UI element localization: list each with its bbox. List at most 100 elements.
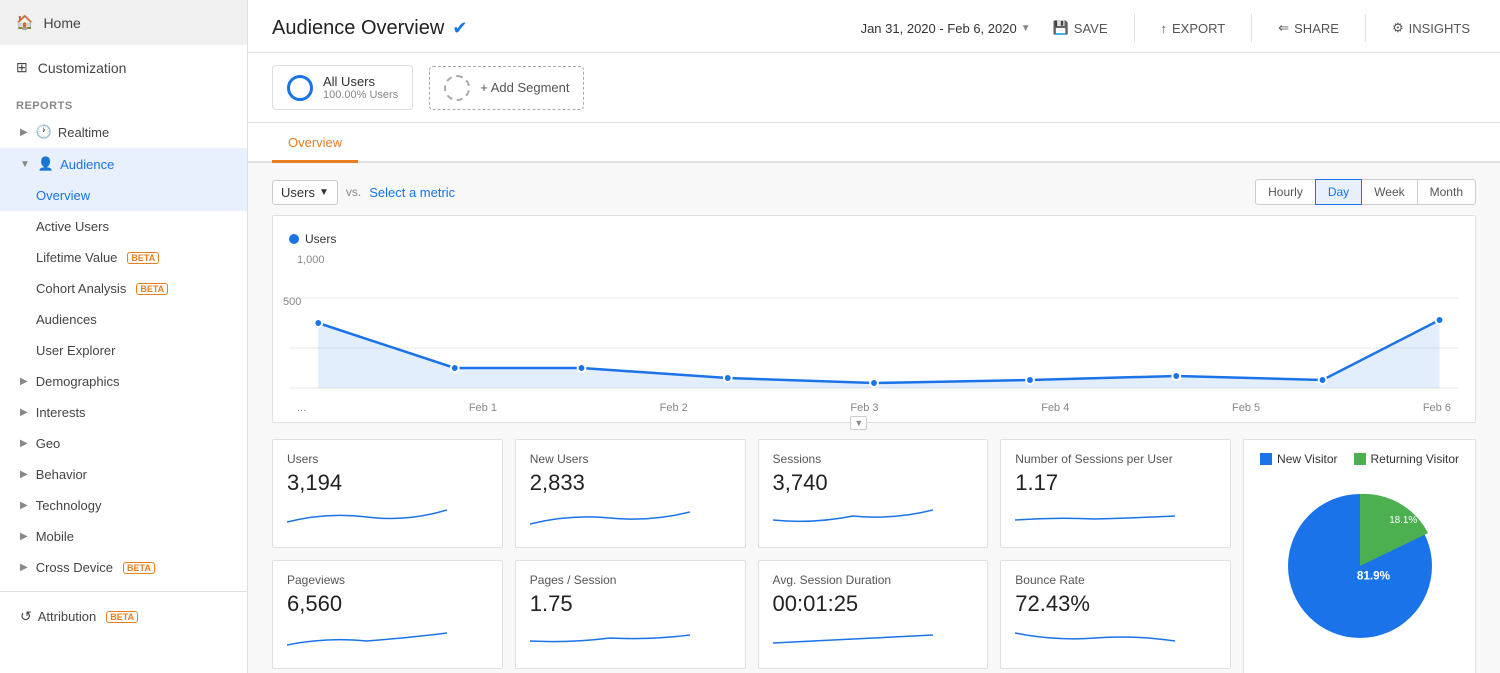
lifetime-value-beta-badge: BETA (127, 252, 159, 264)
stat-sessions-per-user: Number of Sessions per User 1.17 (1000, 439, 1231, 548)
segment-bar: All Users 100.00% Users + Add Segment (248, 53, 1500, 123)
chevron-right-icon-cross-device: ▶ (20, 562, 28, 573)
pie-chart-section: New Visitor Returning Visitor 81.9% (1243, 439, 1476, 673)
home-icon: 🏠 (16, 14, 33, 31)
sidebar-overview-label: Overview (36, 188, 90, 203)
x-label-feb5: Feb 5 (1232, 402, 1260, 414)
x-label-start: ... (297, 402, 306, 414)
x-axis-labels: ... Feb 1 Feb 2 Feb 3 ▼ Feb 4 Feb 5 Feb … (289, 398, 1459, 422)
sidebar-item-demographics[interactable]: ▶ Demographics (0, 366, 247, 397)
segment-name: All Users (323, 74, 398, 89)
sessions-sparkline (773, 502, 933, 532)
chart-area: Users 1,000 (272, 215, 1476, 423)
sidebar-audiences-label: Audiences (36, 312, 97, 327)
cohort-analysis-beta-badge: BETA (136, 283, 168, 295)
x-label-feb6: Feb 6 (1423, 402, 1451, 414)
sidebar-item-overview[interactable]: Overview (0, 180, 247, 211)
sidebar-interests-label: Interests (36, 405, 86, 420)
attribution-icon: ↺ (20, 608, 32, 625)
person-icon: 👤 (38, 156, 54, 172)
sidebar-item-cross-device[interactable]: ▶ Cross Device BETA (0, 552, 247, 583)
sidebar-technology-label: Technology (36, 498, 102, 513)
stat-bounce-rate-label: Bounce Rate (1015, 573, 1216, 587)
stats-row-2: Pageviews 6,560 Pages / Session 1.75 (272, 560, 1231, 669)
save-button[interactable]: 💾 SAVE (1047, 16, 1114, 40)
x-label-feb3: Feb 3 ▼ (850, 402, 878, 414)
metric-dropdown-chevron: ▼ (319, 187, 329, 198)
sidebar-item-customization[interactable]: ⊞ Customization (0, 45, 247, 90)
sidebar-item-realtime[interactable]: ▶ 🕐 Realtime (0, 116, 247, 148)
sidebar-attribution-label: Attribution (38, 609, 97, 624)
sidebar-item-technology[interactable]: ▶ Technology (0, 490, 247, 521)
save-icon: 💾 (1053, 20, 1069, 36)
new-users-sparkline (530, 502, 690, 532)
sidebar-cohort-analysis-label: Cohort Analysis (36, 281, 126, 296)
stat-avg-session-value: 00:01:25 (773, 591, 974, 617)
export-icon: ↑ (1161, 21, 1168, 36)
sidebar-customization-label: Customization (38, 60, 127, 76)
chart-legend: Users (289, 232, 1459, 246)
tab-overview[interactable]: Overview (272, 123, 358, 163)
stat-new-users-value: 2,833 (530, 470, 731, 496)
sidebar-item-mobile[interactable]: ▶ Mobile (0, 521, 247, 552)
stat-sessions-value: 3,740 (773, 470, 974, 496)
page-title: Audience Overview ✔ (272, 17, 467, 40)
x-label-feb2: Feb 2 (660, 402, 688, 414)
chevron-right-icon-demographics: ▶ (20, 376, 28, 387)
stat-pages-session: Pages / Session 1.75 (515, 560, 746, 669)
select-metric-link[interactable]: Select a metric (369, 185, 455, 200)
reports-section-label: REPORTS (0, 90, 247, 116)
period-btn-hourly[interactable]: Hourly (1255, 179, 1316, 205)
sidebar-item-lifetime-value[interactable]: Lifetime Value BETA (0, 242, 247, 273)
new-visitor-legend: New Visitor (1260, 452, 1337, 466)
stat-avg-session-duration: Avg. Session Duration 00:01:25 (758, 560, 989, 669)
metric-dropdown[interactable]: Users ▼ (272, 180, 338, 205)
users-sparkline (287, 502, 447, 532)
sidebar-realtime-label: Realtime (58, 125, 109, 140)
cross-device-beta-badge: BETA (123, 562, 155, 574)
y-axis-top-label: 1,000 (289, 254, 1459, 266)
sidebar-item-audiences[interactable]: Audiences (0, 304, 247, 335)
stat-pageviews: Pageviews 6,560 (272, 560, 503, 669)
tab-bar: Overview (248, 123, 1500, 163)
sidebar-active-users-label: Active Users (36, 219, 109, 234)
segment-circle-indicator (287, 75, 313, 101)
sidebar-item-user-explorer[interactable]: User Explorer (0, 335, 247, 366)
sidebar-demographics-label: Demographics (36, 374, 120, 389)
sidebar-item-behavior[interactable]: ▶ Behavior (0, 459, 247, 490)
period-btn-week[interactable]: Week (1361, 179, 1417, 205)
sidebar: 🏠 Home ⊞ Customization REPORTS ▶ 🕐 Realt… (0, 0, 248, 673)
topbar-divider3 (1365, 14, 1366, 42)
period-btn-day[interactable]: Day (1315, 179, 1362, 205)
sidebar-item-audience[interactable]: ▼ 👤 Audience (0, 148, 247, 180)
main-content: Audience Overview ✔ Jan 31, 2020 - Feb 6… (248, 0, 1500, 673)
stat-sessions-per-user-value: 1.17 (1015, 470, 1216, 496)
pages-session-sparkline (530, 623, 690, 653)
share-button[interactable]: ⇐ SHARE (1272, 16, 1345, 40)
sidebar-mobile-label: Mobile (36, 529, 74, 544)
period-btn-month[interactable]: Month (1417, 179, 1476, 205)
sidebar-item-interests[interactable]: ▶ Interests (0, 397, 247, 428)
page-title-text: Audience Overview (272, 17, 444, 40)
sidebar-item-cohort-analysis[interactable]: Cohort Analysis BETA (0, 273, 247, 304)
stat-new-users: New Users 2,833 (515, 439, 746, 548)
sidebar-item-home[interactable]: 🏠 Home (0, 0, 247, 45)
pageviews-sparkline (287, 623, 447, 653)
add-segment-button[interactable]: + Add Segment (429, 66, 584, 110)
chevron-right-icon: ▶ (20, 127, 28, 138)
pie-legend: New Visitor Returning Visitor (1260, 452, 1459, 466)
stat-bounce-rate: Bounce Rate 72.43% (1000, 560, 1231, 669)
sidebar-item-attribution[interactable]: ↺ Attribution BETA (0, 600, 247, 633)
segment-all-users[interactable]: All Users 100.00% Users (272, 65, 413, 110)
insights-button[interactable]: ⚙ INSIGHTS (1386, 16, 1476, 40)
date-range-picker[interactable]: Jan 31, 2020 - Feb 6, 2020 ▼ (861, 21, 1031, 36)
stat-users: Users 3,194 (272, 439, 503, 548)
svg-text:81.9%: 81.9% (1356, 570, 1390, 583)
line-chart (289, 268, 1459, 398)
sidebar-geo-label: Geo (36, 436, 61, 451)
export-button[interactable]: ↑ EXPORT (1155, 17, 1232, 40)
sidebar-cross-device-label: Cross Device (36, 560, 113, 575)
stat-sessions-label: Sessions (773, 452, 974, 466)
sidebar-item-active-users[interactable]: Active Users (0, 211, 247, 242)
sidebar-item-geo[interactable]: ▶ Geo (0, 428, 247, 459)
